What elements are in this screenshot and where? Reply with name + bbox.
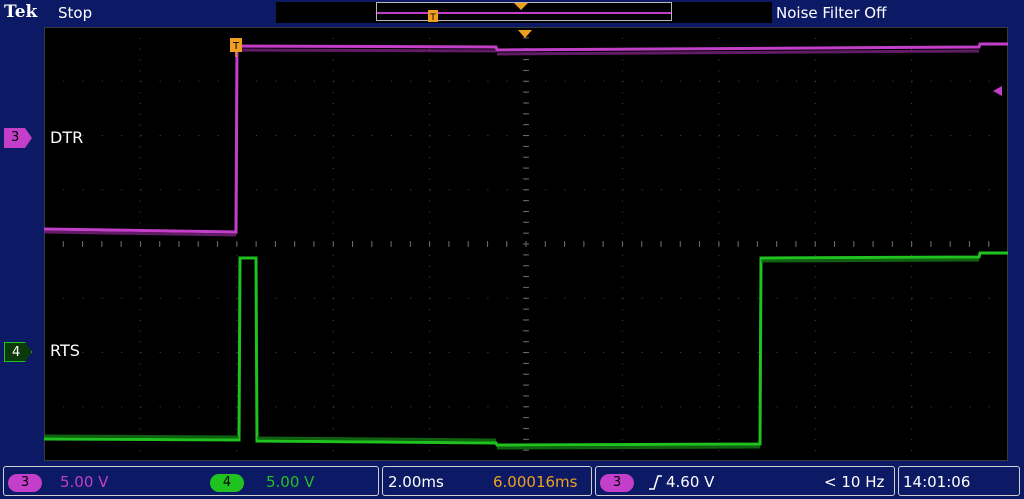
rising-edge-icon (649, 475, 662, 490)
trigger-frequency: < 10 Hz (824, 473, 885, 491)
ch3-scale: 5.00 V (60, 473, 109, 491)
timebase: 2.00ms (388, 473, 444, 491)
ch4-label: RTS (50, 341, 80, 360)
vertical-scale-panel[interactable]: 3 5.00 V 4 5.00 V (3, 466, 379, 496)
svg-text:T: T (429, 13, 436, 23)
trigger-level-arrow-icon[interactable] (993, 86, 1002, 96)
record-markers: T (428, 3, 528, 23)
waveform-display[interactable]: T (44, 27, 1008, 461)
clock-panel: 14:01:06 (898, 466, 1020, 496)
record-length-view[interactable]: T (276, 2, 772, 23)
ch4-marker-number: 4 (12, 345, 21, 360)
trigger-level: 4.60 V (666, 473, 715, 491)
clock-time: 14:01:06 (903, 473, 971, 491)
top-status-bar: Tek Stop T Noise Filter Off (0, 0, 1024, 27)
ch3-dtr-noise (44, 48, 980, 237)
expansion-point-icon[interactable] (518, 30, 532, 38)
ch4-rts-noise (44, 258, 980, 450)
bottom-readout-bar: 3 5.00 V 4 5.00 V 2.00ms 6.00016ms 3 4.6… (0, 461, 1024, 499)
svg-text:T: T (232, 41, 240, 52)
trigger-position: 6.00016ms (493, 473, 578, 491)
brand-logo: Tek (4, 2, 38, 22)
ch3-dtr-trace (44, 42, 1008, 234)
acquisition-status: Stop (58, 4, 93, 22)
ch4-badge: 4 (210, 474, 244, 492)
graticule-grid (44, 27, 1008, 461)
ch3-marker-number: 3 (11, 130, 20, 145)
ch4-ground-marker[interactable]: 4 (4, 342, 32, 362)
record-expansion-point-icon (514, 3, 528, 10)
horizontal-panel[interactable]: 2.00ms 6.00016ms (382, 466, 592, 496)
noise-filter-status: Noise Filter Off (776, 4, 887, 22)
ch4-scale: 5.00 V (266, 473, 315, 491)
ch4-rts-trace (44, 251, 1008, 447)
ch3-ground-marker[interactable]: 3 (4, 128, 32, 148)
ch3-badge: 3 (8, 474, 42, 492)
waveform-svg: T (44, 27, 1008, 461)
trigger-source-badge: 3 (600, 474, 634, 492)
ch3-label: DTR (50, 128, 84, 147)
trigger-panel[interactable]: 3 4.60 V < 10 Hz (595, 466, 895, 496)
